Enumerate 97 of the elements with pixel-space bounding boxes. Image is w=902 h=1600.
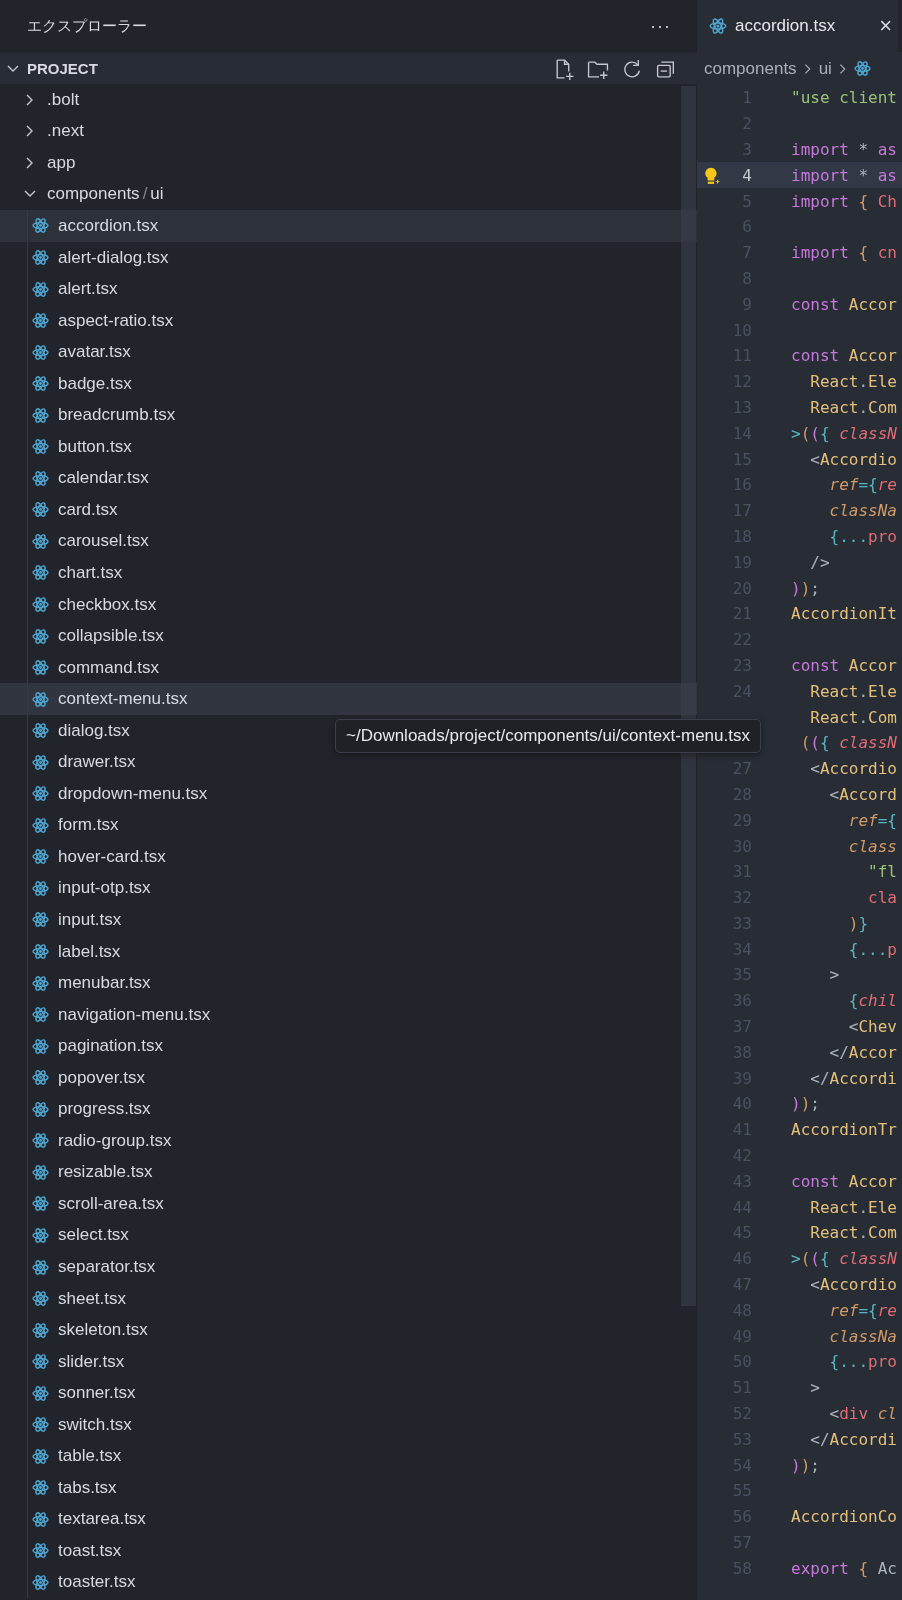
code-line: ref={re bbox=[828, 1300, 897, 1320]
file-label: sheet.tsx bbox=[58, 1288, 127, 1309]
code-line: import { Ch bbox=[791, 191, 897, 211]
path-tooltip: ~/Downloads/project/components/ui/context-menu.tsx bbox=[335, 719, 761, 753]
code-line: class bbox=[847, 836, 897, 856]
file-label: card.tsx bbox=[58, 499, 118, 520]
code-line: {...pro bbox=[828, 526, 897, 546]
code-line: )); bbox=[791, 1455, 820, 1475]
file-label: hover-card.tsx bbox=[58, 846, 166, 867]
code-line: )); bbox=[791, 578, 820, 598]
file-label: command.tsx bbox=[58, 657, 160, 678]
panel-title: エクスプローラー bbox=[27, 17, 147, 36]
file-label: sonner.tsx bbox=[58, 1383, 136, 1404]
code-line: <div cl bbox=[828, 1404, 897, 1424]
file-label: scroll-area.tsx bbox=[58, 1193, 164, 1214]
file-label: table.tsx bbox=[58, 1446, 122, 1467]
code-line: <Accordio bbox=[809, 759, 897, 779]
file-label: accordion.tsx bbox=[58, 215, 159, 236]
code-line: AccordionIt bbox=[791, 604, 897, 624]
file-label: calendar.tsx bbox=[58, 468, 149, 489]
file-label: alert-dialog.tsx bbox=[58, 247, 169, 268]
code-line: classNa bbox=[828, 1326, 897, 1346]
code-line: const Accor bbox=[791, 1171, 897, 1191]
file-label: slider.tsx bbox=[58, 1351, 125, 1372]
code-line: React.Com bbox=[809, 397, 897, 417]
code-line: <Chev bbox=[847, 1017, 897, 1037]
code-line: {...p bbox=[847, 939, 897, 959]
code-line: <Accordio bbox=[809, 449, 897, 469]
code-line: > bbox=[828, 965, 840, 985]
file-label: dialog.tsx bbox=[58, 720, 130, 741]
file-label: context-menu.tsx bbox=[58, 689, 188, 710]
code-line: {...pro bbox=[828, 1352, 897, 1372]
code-line: const Accor bbox=[791, 655, 897, 675]
code-line: >(({ classN bbox=[791, 1249, 897, 1269]
code-line: {chil bbox=[847, 991, 897, 1011]
file-label: avatar.tsx bbox=[58, 342, 131, 363]
code-line: classNa bbox=[828, 501, 897, 521]
code-line: React.Com bbox=[809, 1223, 897, 1243]
file-label: progress.tsx bbox=[58, 1099, 151, 1120]
file-label: label.tsx bbox=[58, 941, 121, 962]
code-line: React.Com bbox=[809, 707, 897, 727]
file-label: collapsible.tsx bbox=[58, 626, 164, 647]
code-line: "use client bbox=[791, 88, 897, 108]
code-line: >(({ classN bbox=[791, 423, 897, 443]
file-label: checkbox.tsx bbox=[58, 594, 157, 615]
file-label: skeleton.tsx bbox=[58, 1320, 148, 1341]
file-label: badge.tsx bbox=[58, 373, 132, 394]
code-line: ref={re bbox=[828, 475, 897, 495]
file-label: toast.tsx bbox=[58, 1540, 122, 1561]
code-line: const Accor bbox=[791, 346, 897, 366]
code-line: AccordionTr bbox=[791, 1120, 897, 1140]
file-label: dropdown-menu.tsx bbox=[58, 783, 208, 804]
code-line: React.Ele bbox=[809, 1197, 897, 1217]
code-line: <Accord bbox=[828, 784, 897, 804]
file-label: popover.tsx bbox=[58, 1067, 145, 1088]
file-label: chart.tsx bbox=[58, 562, 123, 583]
line-number: 4 bbox=[741, 165, 752, 185]
code-line: )); bbox=[791, 1094, 820, 1114]
file-label: input.tsx bbox=[58, 910, 122, 930]
code-line: </Accordi bbox=[809, 1429, 897, 1449]
code-line: import { cn bbox=[791, 243, 897, 263]
file-label: aspect-ratio.tsx bbox=[58, 310, 174, 331]
code-line: /> bbox=[809, 552, 830, 572]
file-label: alert.tsx bbox=[58, 279, 118, 300]
code-line: </Accordi bbox=[809, 1068, 897, 1088]
file-label: button.tsx bbox=[58, 436, 132, 457]
file-label: breadcrumb.tsx bbox=[58, 405, 176, 426]
file-label: toaster.tsx bbox=[58, 1572, 136, 1593]
code-line: import * as bbox=[791, 140, 897, 159]
code-line: "fl bbox=[867, 862, 897, 882]
code-line: const Accor bbox=[791, 294, 897, 314]
code-line: > bbox=[809, 1378, 820, 1398]
file-label: drawer.tsx bbox=[58, 752, 136, 773]
code-line: cla bbox=[867, 888, 897, 908]
file-label: separator.tsx bbox=[58, 1257, 156, 1277]
code-line: <Accordio bbox=[809, 1275, 897, 1295]
code-line: ref={ bbox=[847, 810, 897, 830]
file-label: navigation-menu.tsx bbox=[58, 1004, 211, 1025]
code-line: AccordionCo bbox=[791, 1507, 897, 1527]
file-label: menubar.tsx bbox=[58, 973, 151, 994]
file-label: carousel.tsx bbox=[58, 531, 149, 552]
code-line: React.Ele bbox=[809, 681, 897, 701]
file-label: select.tsx bbox=[58, 1225, 129, 1246]
file-label: input-otp.tsx bbox=[58, 878, 151, 899]
file-label: textarea.tsx bbox=[58, 1509, 146, 1530]
code-line: )} bbox=[847, 913, 869, 933]
file-label: switch.tsx bbox=[58, 1414, 132, 1435]
code-line: </Accor bbox=[828, 1042, 897, 1062]
file-label: tabs.tsx bbox=[58, 1477, 117, 1498]
file-label: pagination.tsx bbox=[58, 1036, 163, 1057]
code-line: (({ classN bbox=[799, 733, 897, 753]
code-line: import * as bbox=[791, 165, 897, 185]
file-label: resizable.tsx bbox=[58, 1162, 153, 1183]
code-line: export { Ac bbox=[791, 1558, 897, 1578]
code-line: React.Ele bbox=[809, 372, 897, 392]
file-label: radio-group.tsx bbox=[58, 1130, 172, 1151]
file-label: form.tsx bbox=[58, 815, 119, 836]
